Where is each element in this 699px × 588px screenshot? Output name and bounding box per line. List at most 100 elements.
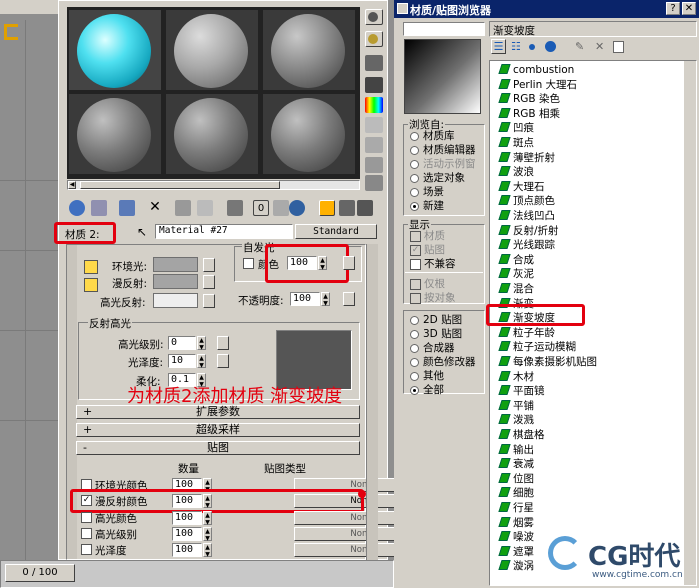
supersampling-rollout[interactable]: + 超级采样 bbox=[76, 423, 360, 437]
map-amount-field[interactable]: 100 bbox=[172, 511, 202, 525]
map-list-item[interactable]: combustion bbox=[498, 63, 574, 77]
map-checkbox[interactable] bbox=[81, 512, 92, 523]
view-list-icons-icon[interactable]: ☷ bbox=[511, 41, 523, 53]
map-list-item[interactable]: 法线凹凸 bbox=[498, 209, 555, 223]
map-list-item[interactable]: 混合 bbox=[498, 282, 534, 296]
sample-slot[interactable] bbox=[69, 94, 161, 174]
map-list-item[interactable]: 行星 bbox=[498, 501, 534, 515]
opacity-map-button[interactable] bbox=[343, 292, 355, 306]
backlight-icon[interactable] bbox=[365, 31, 383, 47]
map-list-item[interactable]: 棋盘格 bbox=[498, 428, 545, 442]
put-to-scene-icon[interactable] bbox=[91, 200, 107, 216]
map-list-item[interactable]: 细胞 bbox=[498, 486, 534, 500]
map-list-item[interactable]: 木材 bbox=[498, 370, 534, 384]
map-list-item[interactable]: 衰减 bbox=[498, 457, 534, 471]
map-list-item[interactable]: RGB 染色 bbox=[498, 92, 560, 106]
selected-name-field[interactable]: 渐变坡度 bbox=[489, 21, 697, 37]
make-unique-icon[interactable] bbox=[197, 200, 213, 216]
map-list-item[interactable]: RGB 相乘 bbox=[498, 107, 560, 121]
material-type-button[interactable]: Standard bbox=[295, 224, 377, 239]
diffuse-color-swatch[interactable] bbox=[153, 274, 198, 289]
glossiness-spinner[interactable]: ▲ ▼ bbox=[197, 354, 206, 369]
lock-color-icon-2[interactable] bbox=[84, 278, 98, 292]
lock-color-icon[interactable] bbox=[84, 260, 98, 274]
go-forward-sibling-icon[interactable] bbox=[339, 200, 355, 216]
ambient-color-swatch[interactable] bbox=[153, 257, 198, 272]
view-list-icon[interactable]: ☰ bbox=[491, 39, 506, 54]
clear-library-icon[interactable] bbox=[613, 41, 624, 53]
sample-type-icon[interactable] bbox=[365, 9, 383, 25]
map-filter-radio[interactable] bbox=[410, 358, 419, 367]
opacity-spinner[interactable]: ▲ ▼ bbox=[321, 292, 330, 307]
delete-icon[interactable]: ✕ bbox=[595, 41, 607, 53]
uv-tiling-icon[interactable] bbox=[365, 77, 383, 93]
video-check-icon[interactable] bbox=[365, 97, 383, 113]
copy-material-icon[interactable] bbox=[175, 200, 191, 216]
map-list-item[interactable]: 输出 bbox=[498, 443, 534, 457]
map-list-item[interactable]: 合成 bbox=[498, 253, 534, 267]
self-illum-value-field[interactable]: 100 bbox=[287, 256, 317, 270]
close-button[interactable]: ✕ bbox=[682, 2, 696, 15]
view-small-icons-icon[interactable] bbox=[529, 44, 535, 50]
sample-slot[interactable] bbox=[263, 94, 355, 174]
map-list-item[interactable]: 顶点颜色 bbox=[498, 194, 555, 208]
browse-option-radio[interactable] bbox=[410, 132, 419, 141]
map-list-item[interactable]: 大理石 bbox=[498, 180, 545, 194]
map-list-item[interactable]: 反射/折射 bbox=[498, 224, 559, 238]
map-filter-radio[interactable] bbox=[410, 330, 419, 339]
browse-option-radio[interactable] bbox=[410, 188, 419, 197]
map-list-item[interactable]: Perlin 大理石 bbox=[498, 78, 577, 92]
material-navigator-icon[interactable] bbox=[365, 175, 383, 191]
map-checkbox[interactable] bbox=[81, 528, 92, 539]
self-illum-color-checkbox[interactable] bbox=[243, 258, 254, 269]
map-list-item[interactable]: 粒子运动模糊 bbox=[498, 340, 576, 354]
map-list-item[interactable]: 漩涡 bbox=[498, 559, 534, 573]
specular-color-swatch[interactable] bbox=[153, 293, 198, 308]
update-scene-icon[interactable]: ✎ bbox=[575, 41, 589, 53]
map-list-item[interactable]: 薄壁折射 bbox=[498, 151, 555, 165]
map-list-item[interactable]: 平铺 bbox=[498, 399, 534, 413]
map-amount-spinner[interactable]: ▲ ▼ bbox=[203, 543, 212, 558]
params-scrollbar[interactable] bbox=[366, 244, 378, 560]
map-list-item[interactable]: 光线跟踪 bbox=[498, 238, 555, 252]
pick-from-object-icon[interactable] bbox=[357, 200, 373, 216]
browse-option-radio[interactable] bbox=[410, 202, 419, 211]
browse-option-radio[interactable] bbox=[410, 146, 419, 155]
map-list-scrollbar[interactable] bbox=[684, 61, 696, 585]
opacity-value-field[interactable]: 100 bbox=[290, 292, 320, 306]
map-list-item[interactable]: 泼溅 bbox=[498, 413, 534, 427]
specular-map-button[interactable] bbox=[203, 294, 215, 308]
map-list-item[interactable]: 粒子年龄 bbox=[498, 326, 555, 340]
pick-material-icon[interactable]: ↖ bbox=[137, 225, 151, 239]
show-map-icon[interactable] bbox=[273, 200, 289, 216]
map-list-item[interactable]: 遮罩 bbox=[498, 545, 534, 559]
sample-slot[interactable] bbox=[166, 94, 258, 174]
map-list-item[interactable]: 斑点 bbox=[498, 136, 534, 150]
name-search-field[interactable] bbox=[403, 22, 485, 36]
ambient-map-lock[interactable] bbox=[203, 258, 215, 272]
map-amount-field[interactable]: 100 bbox=[172, 527, 202, 541]
material-name-field[interactable]: Material #27 bbox=[155, 224, 293, 239]
put-to-library-icon[interactable] bbox=[227, 200, 243, 216]
sample-slot[interactable] bbox=[69, 10, 161, 90]
self-illum-map-button[interactable] bbox=[343, 256, 355, 270]
show-end-result-icon[interactable] bbox=[289, 200, 305, 216]
specular-level-map-button[interactable] bbox=[217, 336, 229, 350]
background-icon[interactable] bbox=[365, 55, 383, 71]
time-slider[interactable]: 0 / 100 bbox=[0, 560, 394, 588]
map-list-item[interactable]: 烟雾 bbox=[498, 516, 534, 530]
slots-scrollbar[interactable]: ◀ bbox=[67, 180, 360, 190]
map-filter-radio[interactable] bbox=[410, 372, 419, 381]
specular-level-field[interactable]: 0 bbox=[168, 336, 196, 350]
map-amount-spinner[interactable]: ▲ ▼ bbox=[203, 527, 212, 542]
map-list-item[interactable]: 波浪 bbox=[498, 165, 534, 179]
get-material-icon[interactable] bbox=[69, 200, 85, 216]
map-amount-spinner[interactable]: ▲ ▼ bbox=[203, 511, 212, 526]
map-filter-radio[interactable] bbox=[410, 386, 419, 395]
map-filter-radio[interactable] bbox=[410, 344, 419, 353]
map-list-item[interactable]: 每像素摄影机贴图 bbox=[498, 355, 597, 369]
map-list-item[interactable]: 凹痕 bbox=[498, 121, 534, 135]
map-list-item[interactable]: 位图 bbox=[498, 472, 534, 486]
glossiness-map-button[interactable] bbox=[217, 354, 229, 368]
map-list-item[interactable]: 灰泥 bbox=[498, 267, 534, 281]
